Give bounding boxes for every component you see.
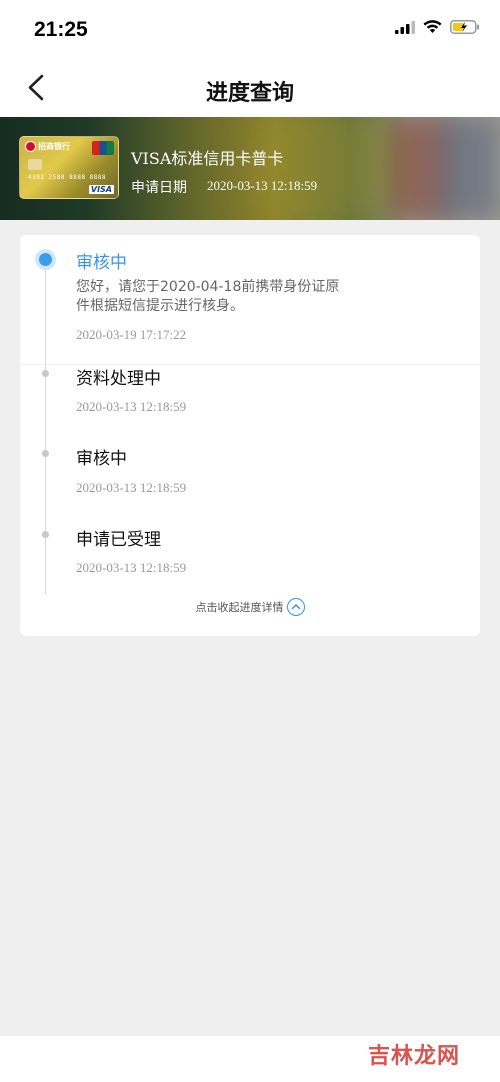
bank-logo: 招商银行 bbox=[25, 141, 70, 152]
nav-bar: 进度查询 bbox=[0, 60, 500, 117]
credit-card-image: 招商银行 4392 2588 8888 8888 VISA bbox=[19, 136, 119, 199]
collapse-details-button[interactable]: 点击收起进度详情 bbox=[0, 596, 500, 618]
visa-logo: VISA bbox=[88, 185, 114, 194]
timeline-line bbox=[45, 260, 46, 594]
status-icons bbox=[395, 20, 480, 34]
timeline-dot bbox=[42, 531, 49, 538]
timeline-step-title: 审核中 bbox=[76, 253, 127, 273]
timeline-step-title: 审核中 bbox=[76, 449, 127, 469]
timeline-dot bbox=[42, 450, 49, 457]
card-name: VISA标准信用卡普卡 bbox=[131, 149, 284, 168]
timeline-step-time: 2020-03-19 17:17:22 bbox=[76, 327, 187, 342]
timeline-step-title: 资料处理中 bbox=[76, 369, 161, 389]
timeline-step-time: 2020-03-13 12:18:59 bbox=[76, 560, 187, 575]
timeline-step-title: 申请已受理 bbox=[76, 530, 161, 550]
card-chip bbox=[28, 159, 42, 170]
card-number: 4392 2588 8888 8888 bbox=[28, 174, 107, 181]
wifi-icon bbox=[423, 20, 442, 33]
status-time: 21:25 bbox=[34, 18, 88, 41]
chevron-up-icon bbox=[286, 598, 305, 616]
timeline-step-time: 2020-03-13 12:18:59 bbox=[76, 480, 187, 495]
collapse-details-label: 点击收起进度详情 bbox=[195, 601, 284, 614]
signal-icon bbox=[395, 20, 415, 34]
timeline-dot bbox=[42, 370, 49, 377]
card-banner: 招商银行 4392 2588 8888 8888 VISA VISA标准信用卡普… bbox=[0, 117, 500, 220]
timeline-step-time: 2020-03-13 12:18:59 bbox=[76, 399, 187, 414]
page-title: 进度查询 bbox=[205, 81, 294, 106]
unionpay-logo bbox=[92, 141, 114, 155]
status-bar: 21:25 bbox=[0, 0, 500, 60]
timeline-step-message: 您好，请您于2020-04-18前携带身份证原件根据短信提示进行核身。 bbox=[76, 279, 340, 314]
battery-icon bbox=[450, 20, 479, 34]
watermark: 吉林龙网 bbox=[367, 1044, 460, 1069]
timeline-dot-active bbox=[35, 249, 56, 270]
apply-date-value: 2020-03-13 12:18:59 bbox=[207, 178, 318, 193]
apply-date-label: 申请日期 bbox=[131, 180, 187, 196]
